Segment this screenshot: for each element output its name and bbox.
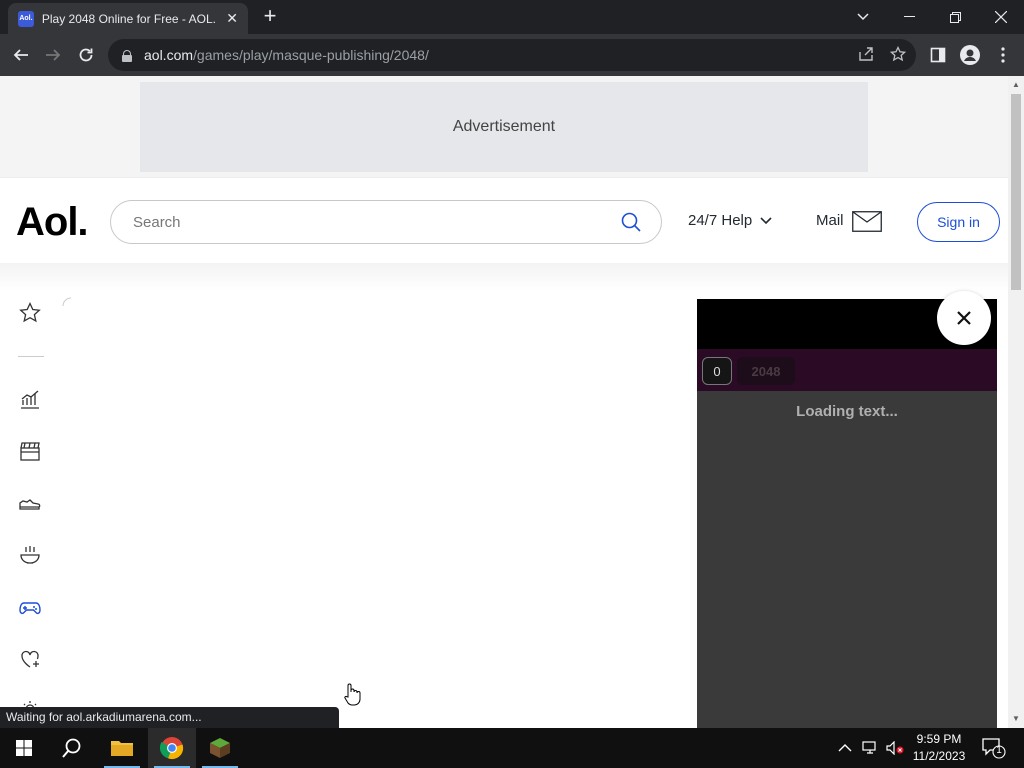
advertisement-banner[interactable]: Advertisement bbox=[140, 82, 868, 172]
restore-icon[interactable] bbox=[932, 0, 978, 34]
aol-logo[interactable]: Aol. bbox=[16, 200, 89, 245]
loading-spinner-icon bbox=[62, 297, 72, 307]
scroll-down-icon[interactable]: ▼ bbox=[1012, 714, 1020, 723]
aol-favicon-icon: Aol. bbox=[18, 10, 34, 27]
browser-tab[interactable]: Aol. Play 2048 Online for Free - AOL. ✕ bbox=[8, 3, 248, 34]
help-menu[interactable]: 24/7 Help bbox=[688, 212, 772, 229]
scroll-thumb[interactable] bbox=[1011, 94, 1021, 290]
mail-label[interactable]: Mail bbox=[816, 212, 844, 229]
chrome-taskbar-icon[interactable] bbox=[148, 728, 196, 768]
system-clock[interactable]: 9:59 PM 11/2/2023 bbox=[906, 731, 972, 765]
star-icon[interactable] bbox=[18, 301, 42, 325]
profile-avatar-icon[interactable] bbox=[957, 42, 983, 68]
tab-close-icon[interactable]: ✕ bbox=[226, 10, 238, 27]
scroll-up-icon[interactable]: ▲ bbox=[1012, 80, 1020, 89]
search-icon[interactable] bbox=[621, 212, 641, 232]
back-arrow-icon[interactable] bbox=[8, 42, 34, 68]
heart-plus-icon[interactable] bbox=[18, 647, 42, 671]
url-host: aol.com bbox=[144, 47, 194, 63]
score-box: 0 bbox=[702, 357, 732, 385]
minecraft-taskbar-icon[interactable] bbox=[196, 728, 244, 768]
site-header: Aol. 24/7 Help Mail Sign in bbox=[0, 177, 1008, 263]
close-icon bbox=[957, 311, 971, 325]
browser-status-bar: Waiting for aol.arkadiumarena.com... bbox=[0, 707, 339, 728]
show-hidden-icons-icon[interactable] bbox=[838, 728, 852, 768]
header-shadow bbox=[0, 263, 1008, 291]
help-label: 24/7 Help bbox=[688, 212, 753, 229]
url-path: /games/play/masque-publishing/2048/ bbox=[193, 47, 429, 63]
side-panel-icon[interactable] bbox=[925, 42, 951, 68]
envelope-icon[interactable] bbox=[852, 211, 882, 232]
file-explorer-icon[interactable] bbox=[98, 728, 146, 768]
hand-cursor-icon bbox=[344, 683, 361, 706]
chart-icon[interactable] bbox=[18, 387, 42, 411]
address-bar[interactable]: aol.com/games/play/masque-publishing/204… bbox=[108, 39, 916, 71]
loading-text: Loading text... bbox=[796, 403, 898, 420]
notification-count: 1 bbox=[996, 745, 1002, 756]
bookmark-star-icon[interactable] bbox=[889, 45, 907, 66]
tab-search-icon[interactable] bbox=[840, 0, 886, 34]
window-close-icon[interactable] bbox=[978, 0, 1024, 34]
minimize-icon[interactable] bbox=[886, 0, 932, 34]
bowl-icon[interactable] bbox=[18, 543, 42, 567]
chevron-down-icon bbox=[760, 217, 772, 225]
sidebar-divider bbox=[18, 356, 44, 357]
clock-date: 11/2/2023 bbox=[912, 749, 966, 763]
clock-time: 9:59 PM bbox=[916, 732, 962, 746]
taskbar-search-icon[interactable] bbox=[48, 728, 96, 768]
volume-muted-icon[interactable] bbox=[886, 728, 904, 768]
game-panel[interactable]: 0 2048 Loading text... bbox=[697, 299, 997, 739]
browser-toolbar: aol.com/games/play/masque-publishing/204… bbox=[0, 34, 1024, 76]
search-box[interactable] bbox=[110, 200, 662, 244]
gamepad-icon[interactable] bbox=[18, 595, 42, 619]
search-input[interactable] bbox=[133, 213, 603, 231]
page-scrollbar[interactable]: ▲ ▼ bbox=[1008, 76, 1024, 728]
windows-taskbar: 9:59 PM 11/2/2023 1 bbox=[0, 728, 1024, 768]
tab-title: Play 2048 Online for Free - AOL. bbox=[41, 11, 216, 26]
clapperboard-icon[interactable] bbox=[18, 439, 42, 463]
network-icon[interactable] bbox=[862, 728, 880, 768]
windows-start-icon[interactable] bbox=[0, 728, 48, 768]
notification-center-icon[interactable]: 1 bbox=[982, 728, 1006, 768]
forward-arrow-icon[interactable] bbox=[40, 42, 66, 68]
browser-title-bar: Aol. Play 2048 Online for Free - AOL. ✕ … bbox=[0, 0, 1024, 34]
game-title-badge: 2048 bbox=[737, 357, 795, 385]
close-game-button[interactable] bbox=[937, 291, 991, 345]
new-tab-icon[interactable]: + bbox=[258, 5, 282, 29]
reload-icon[interactable] bbox=[73, 42, 99, 68]
share-icon[interactable] bbox=[858, 46, 874, 66]
menu-dots-icon[interactable] bbox=[990, 42, 1016, 68]
shoe-icon[interactable] bbox=[18, 491, 42, 515]
lock-icon[interactable] bbox=[122, 49, 132, 62]
sign-in-button[interactable]: Sign in bbox=[917, 202, 1000, 242]
